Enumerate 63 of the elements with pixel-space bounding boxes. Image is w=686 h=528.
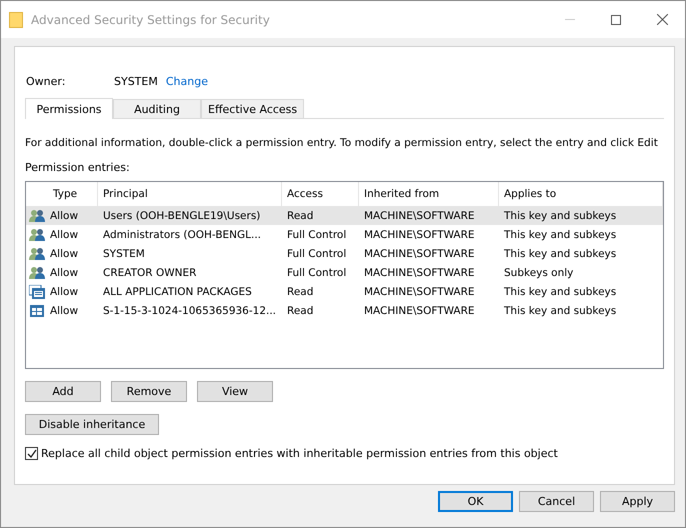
entry-button[interactable]: Add <box>25 381 101 402</box>
maximize-icon[interactable] <box>611 14 621 24</box>
dialog-button[interactable]: Apply <box>600 491 675 512</box>
table-cell-text: Subkeys only <box>503 266 574 278</box>
close-icon[interactable] <box>656 14 668 25</box>
users-icon <box>29 266 45 280</box>
table-cell-text: MACHINE\SOFTWARE <box>363 228 476 240</box>
permission-row[interactable]: Allow CREATOR OWNER Full Control MACHINE\SOFTWARE Subkeys only <box>26 263 663 282</box>
tab[interactable]: Effective Access <box>201 99 304 118</box>
permission-row[interactable]: Allow ALL APPLICATION PACKAGES Read MACHINE\SOFTWARE This key and subkeys <box>26 282 663 301</box>
entry-button[interactable]: View <box>197 381 273 402</box>
entries-label: Permission entries: <box>25 161 131 174</box>
table-cell-text: Full Control <box>286 266 348 278</box>
table-cell-text: ALL APPLICATION PACKAGES <box>102 286 253 298</box>
table-cell-text: This key and subkeys <box>503 304 618 316</box>
table-cell-text: Administrators (OOH-BENGL... <box>102 228 262 240</box>
table-cell: Allow <box>50 266 78 278</box>
table-cell-text: S-1-15-3-1024-1065365936-12... <box>102 304 278 316</box>
users-icon <box>29 246 45 260</box>
tab[interactable]: Auditing <box>113 99 201 118</box>
entry-button[interactable]: Remove <box>111 381 187 402</box>
table-cell-text: Read <box>286 210 314 222</box>
window-title: Advanced Security Settings for Security <box>31 12 271 26</box>
table-cell-text: SYSTEM <box>102 248 146 260</box>
table-cell: Allow <box>50 228 78 240</box>
table-cell-text: MACHINE\SOFTWARE <box>363 210 476 222</box>
permission-row[interactable]: Allow SYSTEM Full Control MACHINE\SOFTWARE This key and subkeys <box>26 244 663 263</box>
table-cell: Allow <box>50 210 78 222</box>
table-cell-text: Users (OOH-BENGLE19\Users) <box>102 210 262 222</box>
table-cell-text: This key and subkeys <box>503 286 618 298</box>
owner-label: Owner: <box>26 74 66 88</box>
permission-row[interactable]: Allow S-1-15-3-1024-1065365936-12... Read MACHINE\SOFTWARE This key and subkeys <box>26 301 663 320</box>
table-cell-text: Read <box>286 304 314 316</box>
dialog-button[interactable]: OK <box>438 491 513 512</box>
permission-row[interactable]: Allow Users (OOH-BENGLE19\Users) Read MACHINE\SOFTWARE This key and subkeys <box>26 206 663 225</box>
table-cell-text: Full Control <box>286 228 348 240</box>
disable-inheritance-button[interactable]: Disable inheritance <box>25 414 159 435</box>
app-package-icon <box>29 304 45 318</box>
table-cell-text: Full Control <box>286 248 348 260</box>
users-icon <box>29 228 45 242</box>
permission-row[interactable]: Allow Administrators (OOH-BENGL... Full Control MACHINE\SOFTWARE This key and subkeys <box>26 225 663 244</box>
table-cell-text: CREATOR OWNER <box>102 266 198 278</box>
table-cell-text: MACHINE\SOFTWARE <box>363 304 476 316</box>
users-icon <box>29 208 45 222</box>
table-cell-text: Read <box>286 286 314 298</box>
table-cell-text: MACHINE\SOFTWARE <box>363 266 476 278</box>
table-cell-text: This key and subkeys <box>503 210 618 222</box>
owner-value: SYSTEM <box>114 74 158 88</box>
table-cell: Allow <box>50 248 78 260</box>
table-cell: Allow <box>50 304 78 316</box>
table-cell-text: This key and subkeys <box>503 248 618 260</box>
table-cell: Allow <box>50 286 78 298</box>
folder-icon <box>9 12 23 28</box>
table-cell-text: This key and subkeys <box>503 228 618 240</box>
table-cell-text: MACHINE\SOFTWARE <box>363 248 476 260</box>
app-packages-icon <box>29 284 45 298</box>
table-cell-text: MACHINE\SOFTWARE <box>363 286 476 298</box>
dialog-button[interactable]: Cancel <box>519 491 594 512</box>
checkbox-label: Replace all child object permission entries with inheritable permission entries from this object <box>41 447 558 460</box>
tab[interactable]: Permissions <box>25 98 113 119</box>
info-text: For additional information, double-click a permission entry. To modify a permission entry, select the entry and click Edit <box>25 137 659 149</box>
checkbox[interactable] <box>25 447 38 460</box>
change-link[interactable]: Change <box>166 74 208 88</box>
